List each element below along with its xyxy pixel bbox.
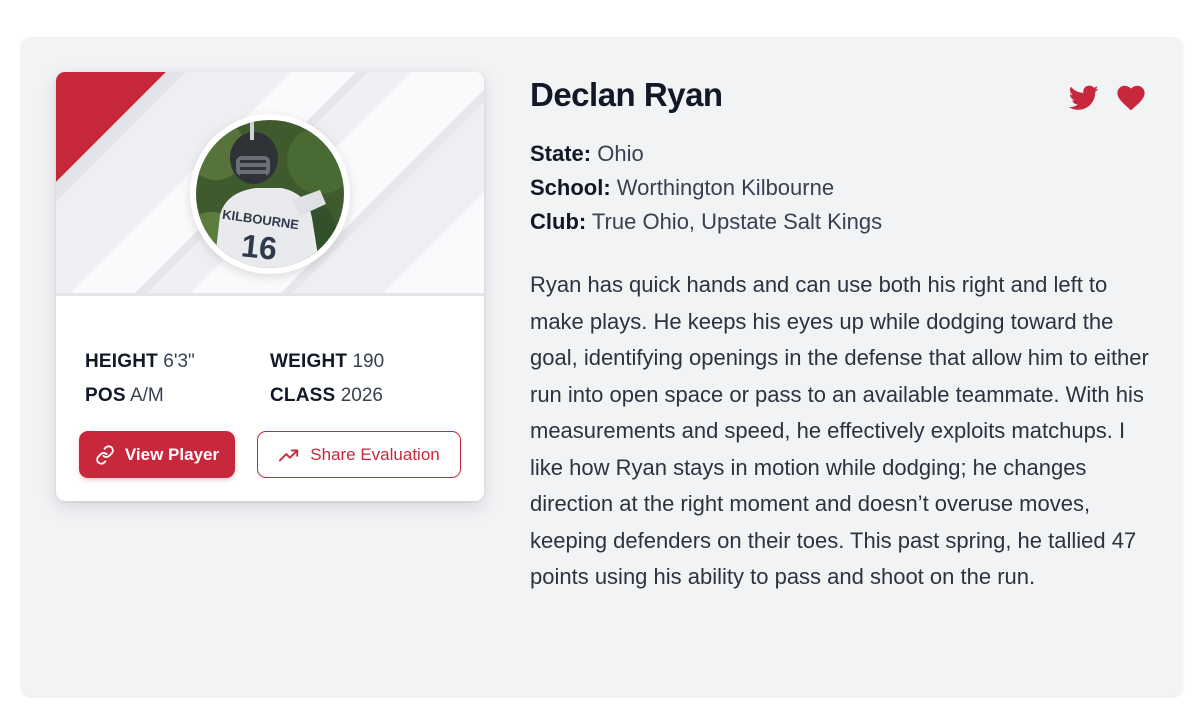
stat-height: HEIGHT 6'3" xyxy=(85,345,195,379)
stat-height-label: HEIGHT xyxy=(85,351,158,372)
jersey-number: 16 xyxy=(240,227,279,267)
club-value: True Ohio, Upstate Salt Kings xyxy=(591,209,883,234)
stat-weight-label: WEIGHT xyxy=(270,351,348,372)
state-label: State: xyxy=(530,141,592,166)
trending-up-icon xyxy=(279,449,299,461)
player-card: KILBOURNE 16 HEIGHT 6'3" WEIGHT 190 POS … xyxy=(56,72,484,501)
club-row: Club: True Ohio, Upstate Salt Kings xyxy=(530,205,882,239)
player-meta: State: Ohio School: Worthington Kilbourn… xyxy=(530,137,882,239)
stat-height-value: 6'3" xyxy=(163,351,195,372)
school-value: Worthington Kilbourne xyxy=(616,175,835,200)
stat-class-value: 2026 xyxy=(340,385,383,406)
card-banner: KILBOURNE 16 xyxy=(56,72,484,296)
player-avatar: KILBOURNE 16 xyxy=(190,114,350,274)
stat-class-label: CLASS xyxy=(270,385,336,406)
share-evaluation-button[interactable]: Share Evaluation xyxy=(257,431,461,478)
school-row: School: Worthington Kilbourne xyxy=(530,171,882,205)
player-name: Declan Ryan xyxy=(530,76,723,113)
state-value: Ohio xyxy=(597,141,644,166)
player-bio: Ryan has quick hands and can use both hi… xyxy=(530,272,1149,589)
stat-class: CLASS 2026 xyxy=(270,379,383,413)
view-player-label: View Player xyxy=(124,444,220,464)
link-icon xyxy=(96,444,114,465)
school-label: School: xyxy=(530,175,611,200)
state-row: State: Ohio xyxy=(530,137,882,171)
player-photo: KILBOURNE 16 xyxy=(196,120,344,268)
stat-position-label: POS xyxy=(85,385,126,406)
stat-position: POS A/M xyxy=(85,379,164,413)
stat-weight-value: 190 xyxy=(352,351,385,372)
twitter-icon[interactable] xyxy=(1068,85,1099,113)
stat-position-value: A/M xyxy=(129,385,164,406)
heart-icon[interactable] xyxy=(1116,85,1146,113)
share-evaluation-label: Share Evaluation xyxy=(310,444,440,464)
club-label: Club: xyxy=(530,209,587,234)
stat-weight: WEIGHT 190 xyxy=(270,345,384,379)
view-player-button[interactable]: View Player xyxy=(79,431,235,478)
